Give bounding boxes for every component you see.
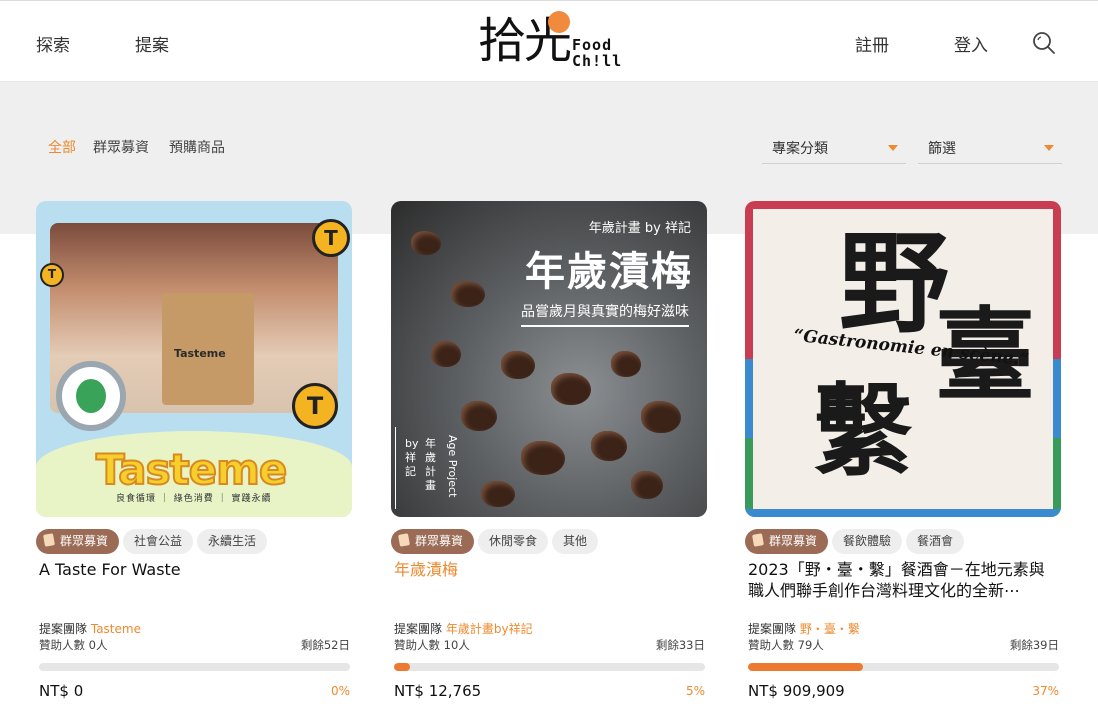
- plum-image: [551, 373, 591, 405]
- tag-list: 群眾募資 休閒零食 其他: [391, 529, 599, 555]
- progress-bar: [39, 663, 350, 671]
- sponsor-count: 贊助人數 0人: [39, 638, 108, 652]
- project-card[interactable]: Tasteme T T T Tasteme 良食循環 ｜ 綠色消費 ｜ 實踐永續…: [36, 201, 354, 711]
- thumb-vertical-text: by祥記: [405, 437, 419, 478]
- thumb-headline: 年歲漬梅: [525, 248, 693, 295]
- team-link[interactable]: Tasteme: [91, 622, 141, 636]
- tag-item[interactable]: 其他: [552, 529, 599, 554]
- tasteme-slogan: 良食循環 ｜ 綠色消費 ｜ 實踐永續: [116, 494, 272, 504]
- poster-char: 野: [839, 219, 949, 348]
- plum-image: [641, 401, 681, 433]
- filter-tab-all[interactable]: 全部: [48, 137, 76, 157]
- project-thumbnail[interactable]: 年歲計畫 by 祥記 年歲漬梅 品嘗歲月與真實的梅好滋味 by祥記 年歲計畫 A…: [391, 201, 707, 517]
- plum-image: [501, 351, 535, 379]
- logo-english-text: Food Ch!ll: [572, 36, 623, 70]
- progress-bar: [748, 663, 1059, 671]
- plum-image: [631, 471, 663, 499]
- project-title[interactable]: A Taste For Waste: [39, 559, 351, 580]
- category-dropdown-label: 專案分類: [772, 141, 828, 157]
- plum-image: [451, 281, 485, 307]
- coin-icon: T: [40, 263, 64, 287]
- team-link[interactable]: 野・臺・繫: [800, 622, 860, 636]
- tag-list: 群眾募資 餐飲體驗 餐酒會: [745, 529, 965, 555]
- filter-tab-crowdfunding[interactable]: 群眾募資: [93, 137, 149, 157]
- coin-icon: T: [292, 383, 338, 429]
- tag-item[interactable]: 餐酒會: [906, 529, 965, 554]
- frame-stripe: [745, 201, 753, 517]
- thumb-top-line: 年歲計畫 by 祥記: [588, 221, 691, 236]
- login-link[interactable]: 登入: [954, 31, 988, 56]
- thumb-subheadline: 品嘗歲月與真實的梅好滋味: [521, 301, 689, 327]
- tag-crowdfunding[interactable]: 群眾募資: [745, 529, 829, 554]
- tag-item[interactable]: 社會公益: [123, 529, 194, 554]
- funded-percent: 37%: [1032, 684, 1059, 698]
- tag-icon: [752, 533, 764, 547]
- tag-item[interactable]: 休閒零食: [478, 529, 549, 554]
- tag-item[interactable]: 餐飲體驗: [832, 529, 903, 554]
- plum-image: [521, 441, 565, 475]
- days-remaining: 剩餘33日: [655, 638, 705, 652]
- tasteme-brand-text: Tasteme: [95, 444, 288, 495]
- days-remaining: 剩餘52日: [300, 638, 350, 652]
- progress-fill: [748, 663, 864, 671]
- team-line: 提案團隊 Tasteme: [39, 622, 141, 636]
- plum-image: [411, 231, 441, 255]
- project-thumbnail[interactable]: 野 臺 繫 “Gastronomie en scène.”: [745, 201, 1061, 517]
- tag-crowdfunding[interactable]: 群眾募資: [36, 529, 120, 554]
- days-remaining: 剩餘39日: [1009, 638, 1059, 652]
- team-link[interactable]: 年歲計畫by祥記: [446, 622, 533, 636]
- project-thumbnail[interactable]: Tasteme T T T Tasteme 良食循環 ｜ 綠色消費 ｜ 實踐永續: [36, 201, 352, 517]
- filter-dropdown-label: 篩選: [928, 141, 956, 157]
- thumb-vertical-text: 年歲計畫: [425, 437, 436, 492]
- search-icon[interactable]: [1032, 31, 1056, 55]
- team-line: 提案團隊 年歲計畫by祥記: [394, 622, 533, 636]
- sponsor-count: 贊助人數 79人: [748, 638, 824, 652]
- progress-bar: [394, 663, 705, 671]
- frame-stripe: [1053, 201, 1061, 517]
- poster-area: 野 臺 繫 “Gastronomie en scène.”: [753, 209, 1053, 509]
- project-title[interactable]: 年歲漬梅: [394, 559, 706, 580]
- thumb-vertical-text: Age Project: [446, 435, 459, 498]
- tag-icon: [398, 533, 410, 547]
- tag-list: 群眾募資 社會公益 永續生活: [36, 529, 268, 555]
- filter-dropdown[interactable]: 篩選: [918, 132, 1062, 164]
- magnifier-pin-icon: [56, 361, 126, 431]
- frame-bottom: [745, 509, 1061, 517]
- chevron-down-icon: [1044, 145, 1054, 151]
- sponsor-count: 贊助人數 10人: [394, 638, 470, 652]
- filter-tab-preorder[interactable]: 預購商品: [169, 137, 225, 157]
- nav-explore-link[interactable]: 探索: [36, 31, 70, 56]
- bag-brand-text: Tasteme: [174, 347, 226, 360]
- logo-sun-mark: [548, 11, 570, 33]
- plum-image: [591, 431, 627, 461]
- chevron-down-icon: [888, 145, 898, 151]
- tag-crowdfunding[interactable]: 群眾募資: [391, 529, 475, 554]
- project-title[interactable]: 2023「野・臺・繫」餐酒會－在地元素與職人們聯手創作台灣料理文化的全新⋯: [748, 559, 1060, 601]
- tag-icon: [43, 533, 55, 547]
- project-card[interactable]: 年歲計畫 by 祥記 年歲漬梅 品嘗歲月與真實的梅好滋味 by祥記 年歲計畫 A…: [391, 201, 709, 711]
- site-header: 探索 提案 拾光 Food Ch!ll 註冊 登入: [0, 0, 1098, 82]
- plum-image: [481, 481, 515, 507]
- team-line: 提案團隊 野・臺・繫: [748, 622, 860, 636]
- project-card[interactable]: 野 臺 繫 “Gastronomie en scène.” 群眾募資 餐飲體驗 …: [745, 201, 1063, 711]
- raised-amount: NT$ 0: [39, 682, 84, 700]
- tag-item[interactable]: 永續生活: [197, 529, 268, 554]
- plum-image: [461, 401, 497, 431]
- plum-image: [611, 351, 641, 377]
- register-link[interactable]: 註冊: [855, 31, 889, 56]
- frame-top: [745, 201, 1061, 209]
- nav-propose-link[interactable]: 提案: [135, 31, 169, 56]
- raised-amount: NT$ 909,909: [748, 682, 845, 700]
- plum-image: [431, 341, 461, 367]
- poster-char: 繫: [813, 372, 913, 490]
- coin-icon: T: [312, 219, 350, 257]
- divider-line: [395, 427, 396, 509]
- category-dropdown[interactable]: 專案分類: [762, 132, 906, 164]
- funded-percent: 0%: [330, 684, 350, 698]
- funded-percent: 5%: [685, 684, 705, 698]
- progress-fill: [394, 663, 410, 671]
- raised-amount: NT$ 12,765: [394, 682, 482, 700]
- site-logo[interactable]: 拾光 Food Ch!ll: [478, 11, 624, 73]
